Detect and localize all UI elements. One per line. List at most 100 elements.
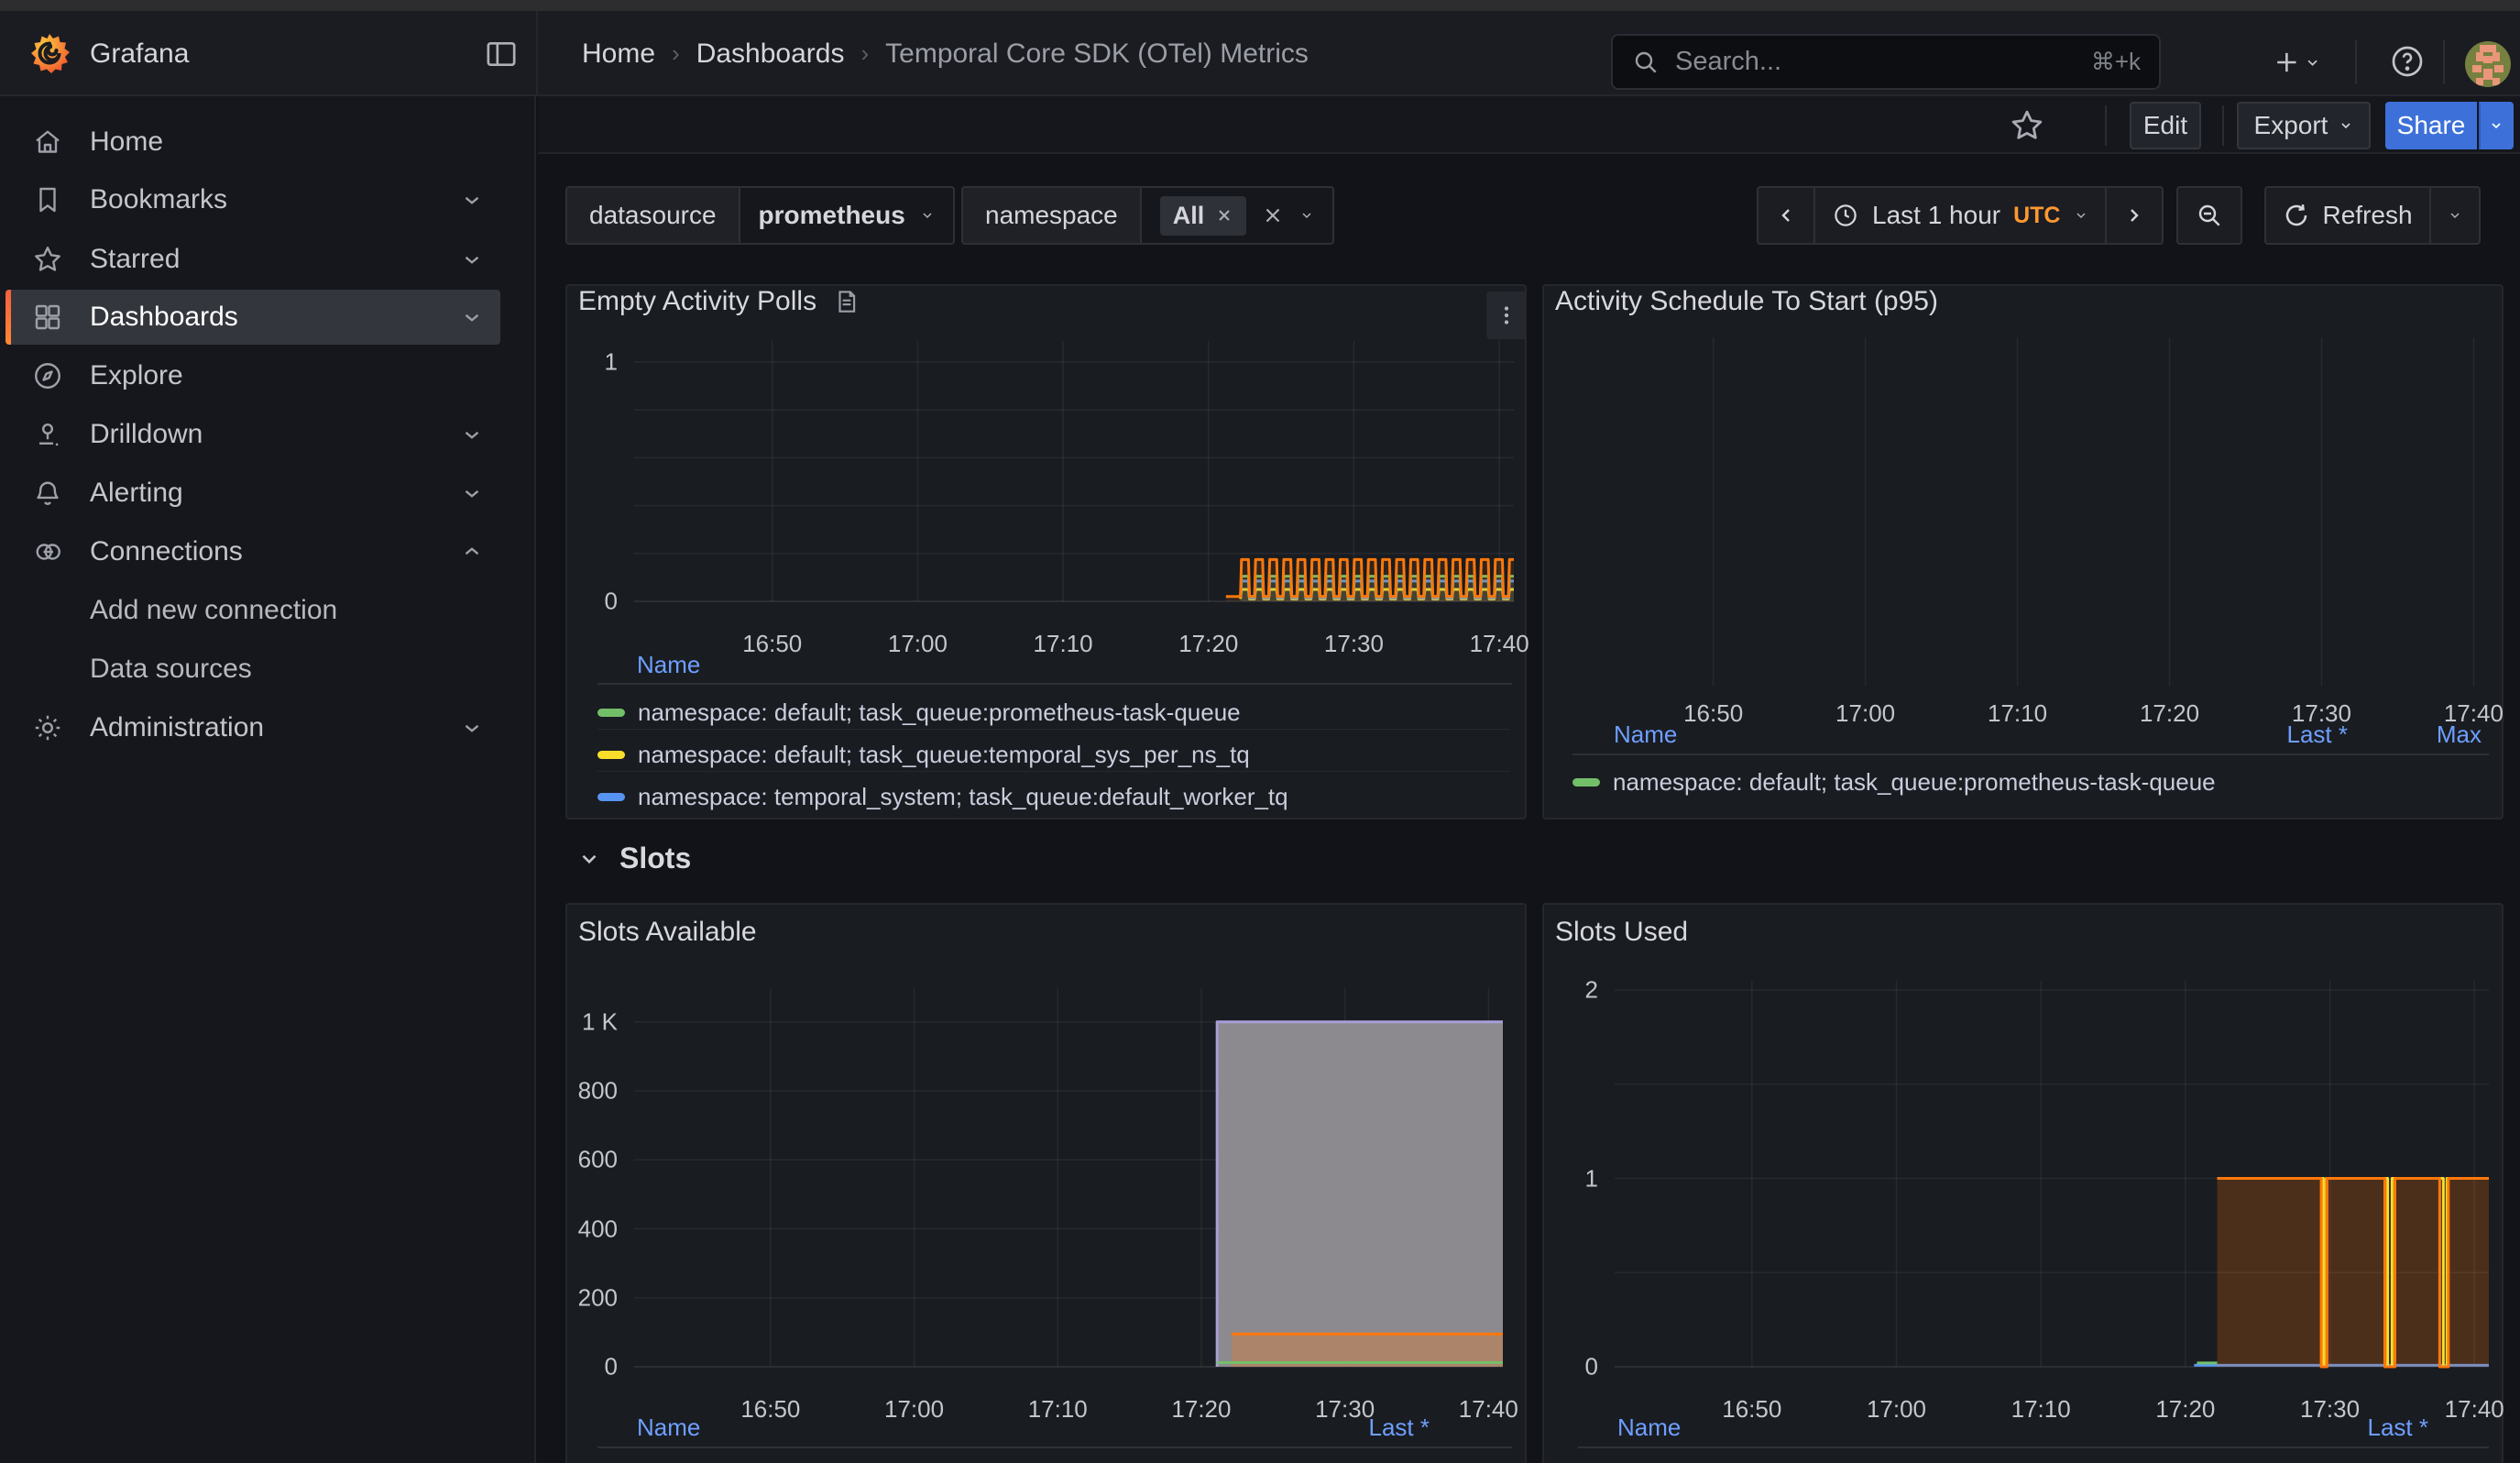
chart-plot-area[interactable] — [634, 988, 1503, 1367]
slots-section-toggle[interactable]: Slots — [577, 842, 691, 875]
edit-button[interactable]: Edit — [2130, 102, 2201, 149]
series-label: namespace: default; task_queue:prometheu… — [638, 698, 1241, 727]
remove-value-icon[interactable] — [1215, 206, 1233, 225]
sidebar-item-administration[interactable]: Administration — [5, 700, 500, 755]
help-icon[interactable] — [2384, 38, 2430, 84]
clear-all-icon[interactable] — [1261, 204, 1285, 227]
chevron-down-icon — [2074, 208, 2088, 223]
datasource-filter: datasource prometheus — [565, 186, 955, 245]
legend-rows: namespace: default; task_queue:prometheu… — [597, 688, 1510, 818]
x-axis-tick: 17:40 — [1459, 1395, 1518, 1424]
refresh-button[interactable]: Refresh — [2266, 188, 2429, 243]
refresh-interval-button[interactable] — [2429, 188, 2479, 243]
datasource-selected: prometheus — [759, 201, 905, 230]
clock-icon — [1832, 202, 1859, 229]
search-icon — [1631, 48, 1660, 77]
legend-row[interactable]: namespace: default; task_queue:prometheu… — [1578, 1459, 2487, 1463]
search-input[interactable]: Search... ⌘+k — [1611, 34, 2161, 90]
sidebar-item-explore[interactable]: Explore — [5, 348, 500, 403]
grafana-logo-icon[interactable] — [27, 31, 71, 75]
chevron-down-icon — [460, 716, 484, 740]
user-avatar[interactable] — [2465, 41, 2511, 87]
panel-description-icon[interactable] — [833, 288, 860, 315]
namespace-value-chip[interactable]: All — [1160, 196, 1247, 236]
time-forward-button[interactable] — [2105, 188, 2162, 243]
legend-column-name[interactable]: Name — [1617, 1414, 1681, 1442]
time-range-picker[interactable]: Last 1 hour UTC — [1813, 188, 2105, 243]
sidebar-item-alerting[interactable]: Alerting — [5, 466, 500, 521]
chart-plot-area[interactable] — [634, 341, 1514, 601]
panel-title[interactable]: Slots Used — [1555, 917, 1688, 948]
sidebar-collapse-icon[interactable] — [483, 36, 520, 72]
x-axis-tick: 17:30 — [1324, 630, 1384, 658]
sidebar-item-home[interactable]: Home — [5, 115, 500, 170]
sidebar-item-label: Home — [90, 126, 163, 158]
search-placeholder: Search... — [1675, 47, 2076, 77]
legend-row[interactable]: namespace: temporal_system; task_queue:d… — [597, 779, 1510, 814]
legend-row[interactable]: namespace: default; task_queue:prometheu… — [597, 1459, 1510, 1463]
chevron-down-icon — [460, 248, 484, 271]
breadcrumb-item[interactable]: Dashboards — [696, 38, 845, 70]
legend-column-max[interactable]: Max — [2298, 720, 2482, 749]
sidebar-item-connections[interactable]: Connections — [5, 524, 500, 579]
panel-title[interactable]: Activity Schedule To Start (p95) — [1555, 286, 1938, 317]
chevron-down-icon[interactable] — [1299, 208, 1314, 223]
gear-icon — [31, 711, 64, 744]
window-top-strip — [0, 0, 2520, 11]
chart-plot-area[interactable] — [1569, 337, 2489, 686]
legend-row[interactable]: namespace: default; task_queue:temporal_… — [597, 737, 1510, 772]
export-button[interactable]: Export — [2237, 102, 2371, 149]
panel-title-text: Activity Schedule To Start (p95) — [1555, 286, 1938, 317]
y-axis-tick: 400 — [533, 1215, 618, 1243]
sidebar-item-drilldown[interactable]: Drilldown — [5, 407, 500, 462]
sidebar-item-data-sources[interactable]: Data sources — [5, 642, 500, 697]
breadcrumb: Home›Dashboards›Temporal Core SDK (OTel)… — [582, 11, 1309, 96]
x-axis-tick: 17:40 — [1470, 630, 1529, 658]
sidebar-item-bookmarks[interactable]: Bookmarks — [5, 172, 500, 227]
datasource-filter-value[interactable]: prometheus — [740, 188, 953, 243]
y-axis-tick: 0 — [1514, 1353, 1598, 1381]
legend-row[interactable]: namespace: default; task_queue:prometheu… — [1572, 764, 2487, 799]
sidebar-item-label: Starred — [90, 244, 180, 275]
share-button[interactable]: Share — [2385, 102, 2477, 149]
y-axis-tick: 0 — [533, 1353, 618, 1381]
legend-column-name[interactable]: Name — [1614, 720, 1677, 749]
sidebar-item-dashboards[interactable]: Dashboards — [5, 290, 500, 345]
x-axis-tick: 17:00 — [1867, 1395, 1926, 1424]
namespace-selected: All — [1173, 202, 1205, 230]
legend-column-name[interactable]: Name — [637, 651, 700, 679]
sidebar-item-label: Drilldown — [90, 419, 203, 450]
chevron-down-icon — [577, 847, 601, 871]
legend-column-last[interactable]: Last * — [2245, 1414, 2428, 1442]
sidebar-item-add-new-connection[interactable]: Add new connection — [5, 583, 500, 638]
share-menu-button[interactable] — [2479, 102, 2514, 149]
star-icon — [31, 243, 64, 276]
bookmark-icon — [31, 183, 64, 216]
time-back-button[interactable] — [1759, 188, 1813, 243]
breadcrumb-item[interactable]: Home — [582, 38, 655, 70]
legend-column-name[interactable]: Name — [637, 1414, 700, 1442]
legend-row-divider — [597, 729, 1510, 730]
y-axis-tick: 1 — [533, 347, 618, 376]
x-axis-tick: 17:20 — [2155, 1395, 2215, 1424]
sidebar-item-starred[interactable]: Starred — [5, 232, 500, 287]
panel-title[interactable]: Empty Activity Polls — [578, 286, 860, 317]
toolbar-divider — [2222, 105, 2224, 146]
legend-rows: namespace: default; task_queue:prometheu… — [597, 1452, 1510, 1463]
chart-plot-area[interactable] — [1615, 981, 2489, 1367]
panel-menu-icon[interactable] — [1486, 292, 1527, 339]
add-new-button[interactable] — [2271, 37, 2322, 88]
sidebar-item-label: Explore — [90, 360, 183, 391]
legend-column-last[interactable]: Last * — [1246, 1414, 1430, 1442]
zoom-out-button[interactable] — [2178, 188, 2241, 243]
y-axis-tick: 1 — [1514, 1164, 1598, 1193]
y-axis-tick: 1 K — [533, 1007, 618, 1036]
panel-title[interactable]: Slots Available — [578, 917, 757, 948]
favorite-star-icon[interactable] — [2008, 106, 2046, 145]
legend-divider — [1572, 754, 2489, 755]
legend-row[interactable]: namespace: default; task_queue:prometheu… — [597, 695, 1510, 730]
sidebar-item-label: Alerting — [90, 478, 183, 509]
sidebar-item-label: Data sources — [90, 654, 252, 685]
chevron-down-icon — [2448, 208, 2462, 223]
chevron-down-icon — [460, 188, 484, 212]
